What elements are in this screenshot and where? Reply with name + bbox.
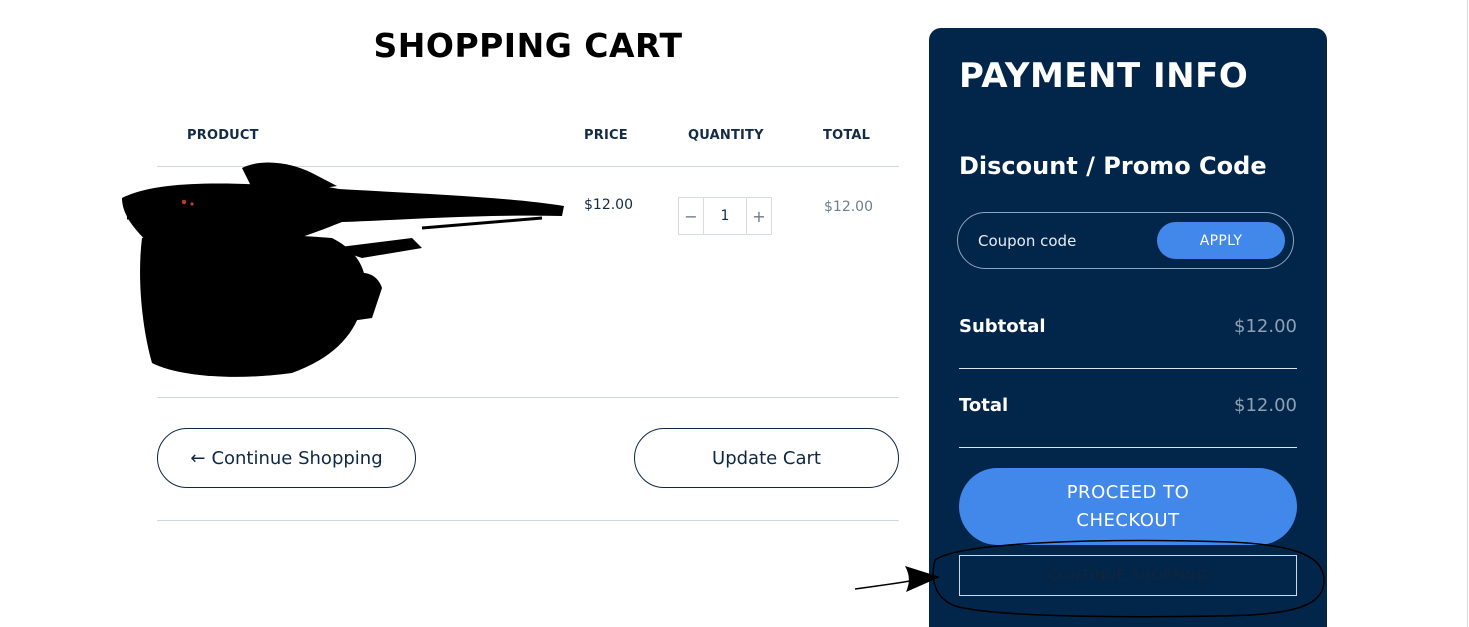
update-cart-button[interactable]: Update Cart [634,428,899,488]
subtotal-divider [959,368,1297,369]
total-divider [959,447,1297,448]
continue-shopping-button[interactable]: ← Continue Shopping [157,428,416,488]
subtotal-value: $12.00 [1234,316,1297,337]
payment-panel: PAYMENT INFO Discount / Promo Code APPLY… [929,28,1327,627]
redacted-product-image [122,162,564,377]
arrow-left-icon: ← [190,447,206,469]
total-value: $12.00 [1234,395,1297,416]
coupon-code-input[interactable] [976,228,1150,254]
window-edge [1467,0,1468,627]
decrease-quantity-button[interactable]: − [679,198,704,234]
payment-title: PAYMENT INFO [959,56,1249,96]
proceed-to-checkout-label: PROCEED TO CHECKOUT [1066,481,1190,531]
column-header-price: PRICE [584,128,628,143]
subtotal-label: Subtotal [959,316,1046,337]
update-cart-label: Update Cart [712,447,821,469]
continue-shopping-label: Continue Shopping [211,447,383,469]
column-header-quantity: QUANTITY [688,128,764,143]
column-header-product: PRODUCT [187,128,259,143]
apply-coupon-button[interactable]: APPLY [1157,222,1285,259]
footer-divider [157,520,899,521]
annotation-arrow-shaft [854,579,916,590]
items-divider [157,397,899,398]
increase-quantity-button[interactable]: + [746,198,771,234]
page-title: SHOPPING CART [373,26,683,65]
item-price: $12.00 [584,197,633,213]
promo-title: Discount / Promo Code [959,152,1267,180]
continue-shopping-link-label: CONTINUE SHOPPING [1048,567,1208,584]
coupon-form: APPLY [957,212,1294,269]
quantity-value[interactable]: 1 [704,198,746,234]
column-header-total: TOTAL [823,128,871,143]
proceed-to-checkout-button[interactable]: PROCEED TO CHECKOUT [959,468,1297,545]
item-total: $12.00 [824,199,873,215]
total-label: Total [959,395,1009,416]
continue-shopping-link[interactable]: CONTINUE SHOPPING [959,555,1297,596]
quantity-stepper[interactable]: − 1 + [678,197,772,235]
